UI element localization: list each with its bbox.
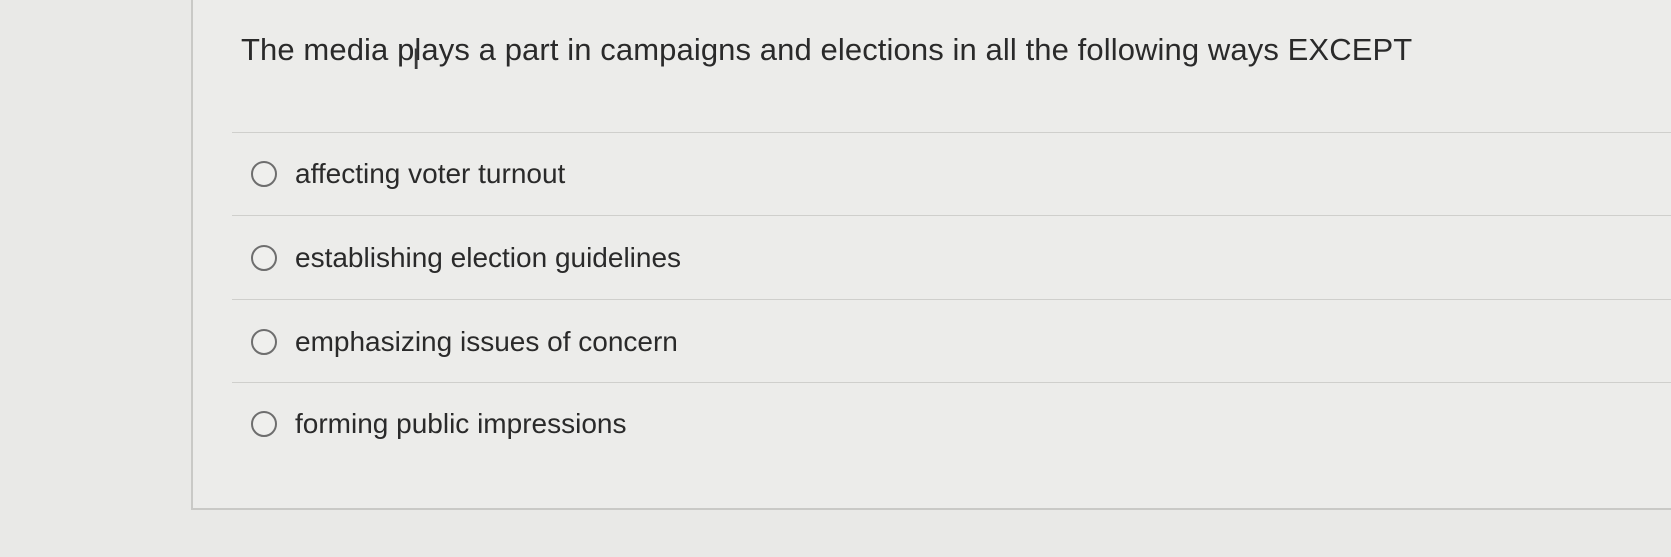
divider	[232, 215, 1671, 216]
option-label: emphasizing issues of concern	[295, 326, 678, 357]
option-establishing-election-guidelines[interactable]: establishing election guidelines	[251, 238, 681, 278]
option-emphasizing-issues-of-concern[interactable]: emphasizing issues of concern	[251, 322, 678, 362]
divider	[232, 132, 1671, 133]
radio-button[interactable]	[251, 161, 277, 187]
divider	[232, 299, 1671, 300]
radio-button[interactable]	[251, 329, 277, 355]
radio-button[interactable]	[251, 411, 277, 437]
option-label: establishing election guidelines	[295, 242, 682, 273]
option-label: forming public impressions	[295, 408, 627, 439]
option-affecting-voter-turnout[interactable]: affecting voter turnout	[251, 154, 565, 194]
divider	[232, 382, 1671, 383]
radio-button[interactable]	[251, 245, 277, 271]
option-forming-public-impressions[interactable]: forming public impressions	[251, 404, 626, 444]
text-cursor-icon: I	[412, 43, 421, 76]
option-label: affecting voter turnout	[295, 158, 566, 189]
